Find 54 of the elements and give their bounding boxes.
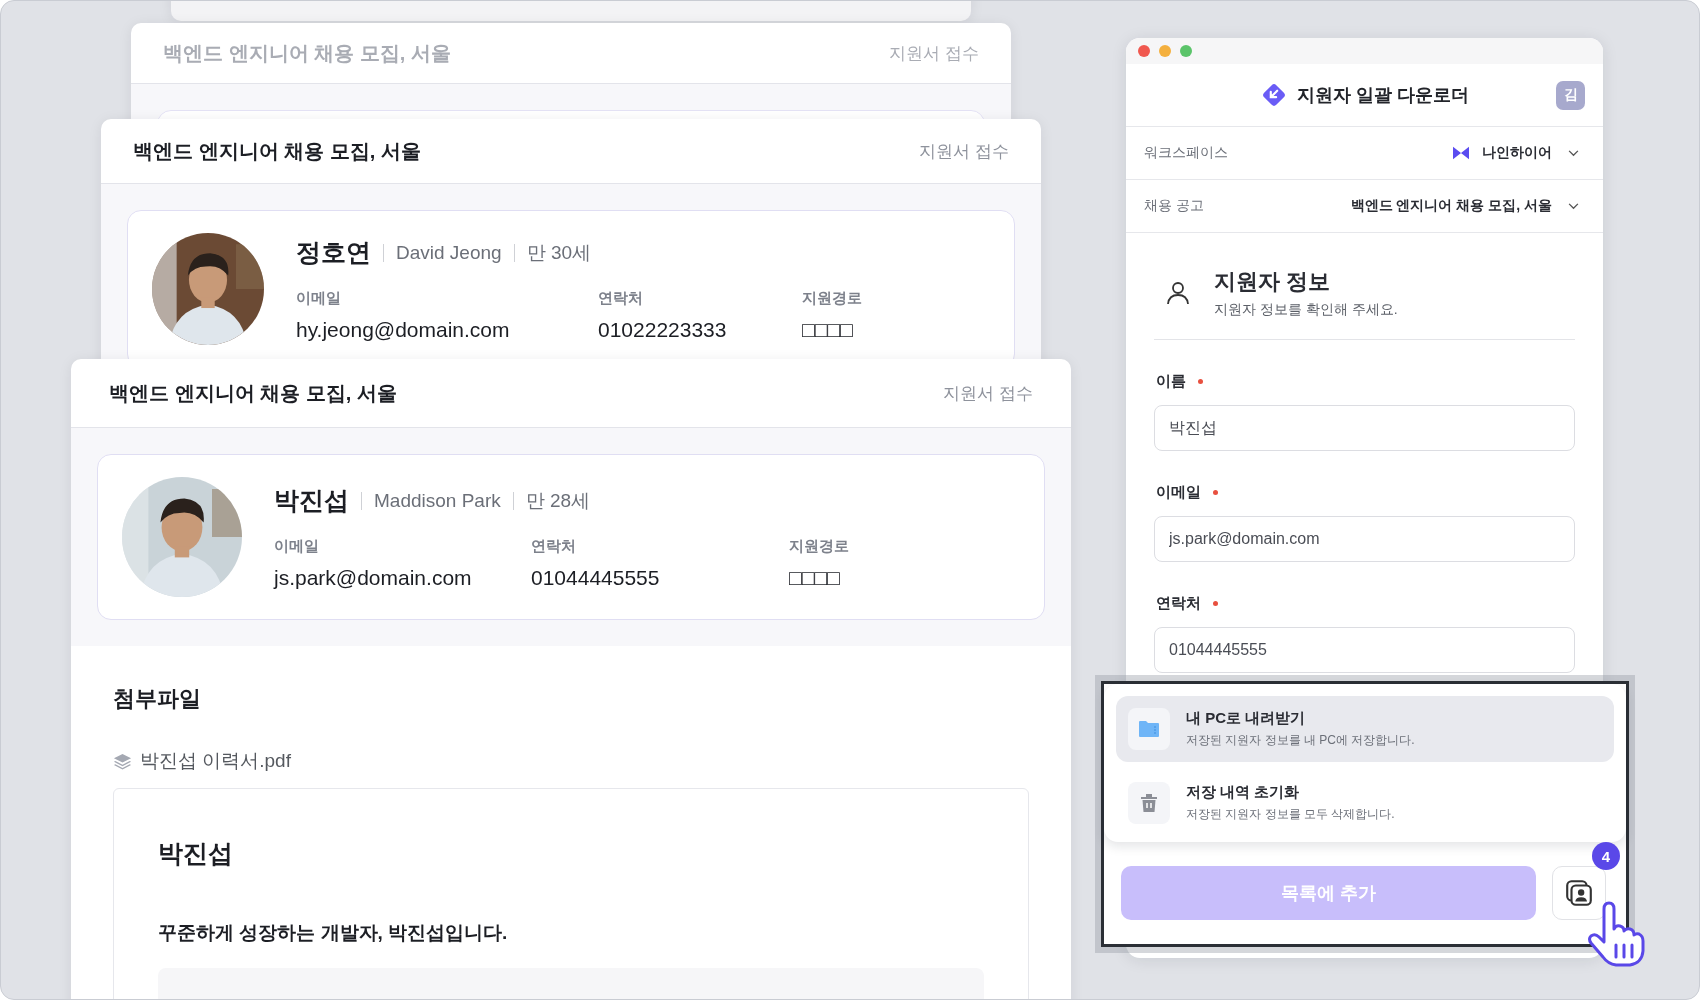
field-label: 이메일 xyxy=(274,537,320,556)
workspace-logo-icon xyxy=(1452,145,1470,161)
document-title: 박진섭 xyxy=(158,838,234,869)
close-dot-icon[interactable] xyxy=(1138,45,1150,57)
chevron-down-icon[interactable] xyxy=(1568,202,1579,210)
minimize-dot-icon[interactable] xyxy=(1159,45,1171,57)
field-label: 이메일 xyxy=(296,289,342,308)
document-headline: 꾸준하게 성장하는 개발자, 박진섭입니다. xyxy=(158,921,509,945)
field-label: 이메일 xyxy=(1156,483,1201,502)
applicant-name: 박진섭 xyxy=(274,485,349,516)
section-title: 지원자 정보 xyxy=(1214,268,1332,296)
contact-cards-icon xyxy=(1564,878,1594,908)
status-label: 지원서 접수 xyxy=(943,382,1033,405)
status-label: 지원서 접수 xyxy=(889,42,979,65)
age-label: 만 30세 xyxy=(526,240,592,265)
selector-label: 워크스페이스 xyxy=(1144,144,1228,162)
field-value: 01044445555 xyxy=(531,566,661,590)
person-icon xyxy=(1164,279,1192,307)
field-value: □□□□ xyxy=(802,318,854,342)
menu-item[interactable]: 내 PC로 내려받기 저장된 지원자 정보를 내 PC에 저장합니다. xyxy=(1116,696,1614,762)
english-name: Maddison Park xyxy=(374,489,501,512)
layers-icon xyxy=(113,751,132,771)
age-label: 만 28세 xyxy=(525,488,591,513)
field-value: js.park@domain.com xyxy=(274,566,473,590)
field-label: 연락처 xyxy=(598,289,644,308)
job-title: 백엔드 엔지니어 채용 모집, 서울 xyxy=(163,40,451,66)
count-badge: 4 xyxy=(1592,842,1620,870)
input-field[interactable]: 박진섭 xyxy=(1154,405,1575,451)
input-field[interactable]: 01044445555 xyxy=(1154,627,1575,673)
maximize-dot-icon[interactable] xyxy=(1180,45,1192,57)
selector-value[interactable]: 나인하이어 xyxy=(1482,144,1552,162)
field-label: 연락처 xyxy=(1156,594,1201,613)
field-value: □□□□ xyxy=(789,566,841,590)
field-label: 연락처 xyxy=(531,537,577,556)
field-value: hy.jeong@domain.com xyxy=(296,318,511,342)
input-field[interactable]: js.park@domain.com xyxy=(1154,516,1575,562)
section-subtitle: 지원자 정보를 확인해 주세요. xyxy=(1214,301,1398,319)
field-label: 지원경로 xyxy=(789,537,849,556)
section-heading: 첨부파일 xyxy=(113,685,202,713)
menu-item[interactable]: 저장 내역 초기화 저장된 지원자 정보를 모두 삭제합니다. xyxy=(1116,770,1614,836)
file-link[interactable]: 박진섭 이력서.pdf xyxy=(140,748,291,774)
app-title: 지원자 일괄 다운로더 xyxy=(1297,84,1470,107)
field-value: 01022223333 xyxy=(598,318,728,342)
job-title: 백엔드 엔지니어 채용 모집, 서울 xyxy=(133,138,421,164)
job-title: 백엔드 엔지니어 채용 모집, 서울 xyxy=(109,380,397,406)
english-name: David Jeong xyxy=(396,241,502,264)
selector-value[interactable]: 백엔드 엔지니어 채용 모집, 서울 xyxy=(1350,197,1552,215)
field-label: 이름 xyxy=(1156,372,1186,391)
status-label: 지원서 접수 xyxy=(919,140,1009,163)
field-label: 지원경로 xyxy=(802,289,862,308)
selector-label: 채용 공고 xyxy=(1144,197,1204,215)
saved-list-button[interactable] xyxy=(1552,866,1606,920)
applicant-name: 정호연 xyxy=(296,237,371,268)
chevron-down-icon[interactable] xyxy=(1568,149,1579,157)
